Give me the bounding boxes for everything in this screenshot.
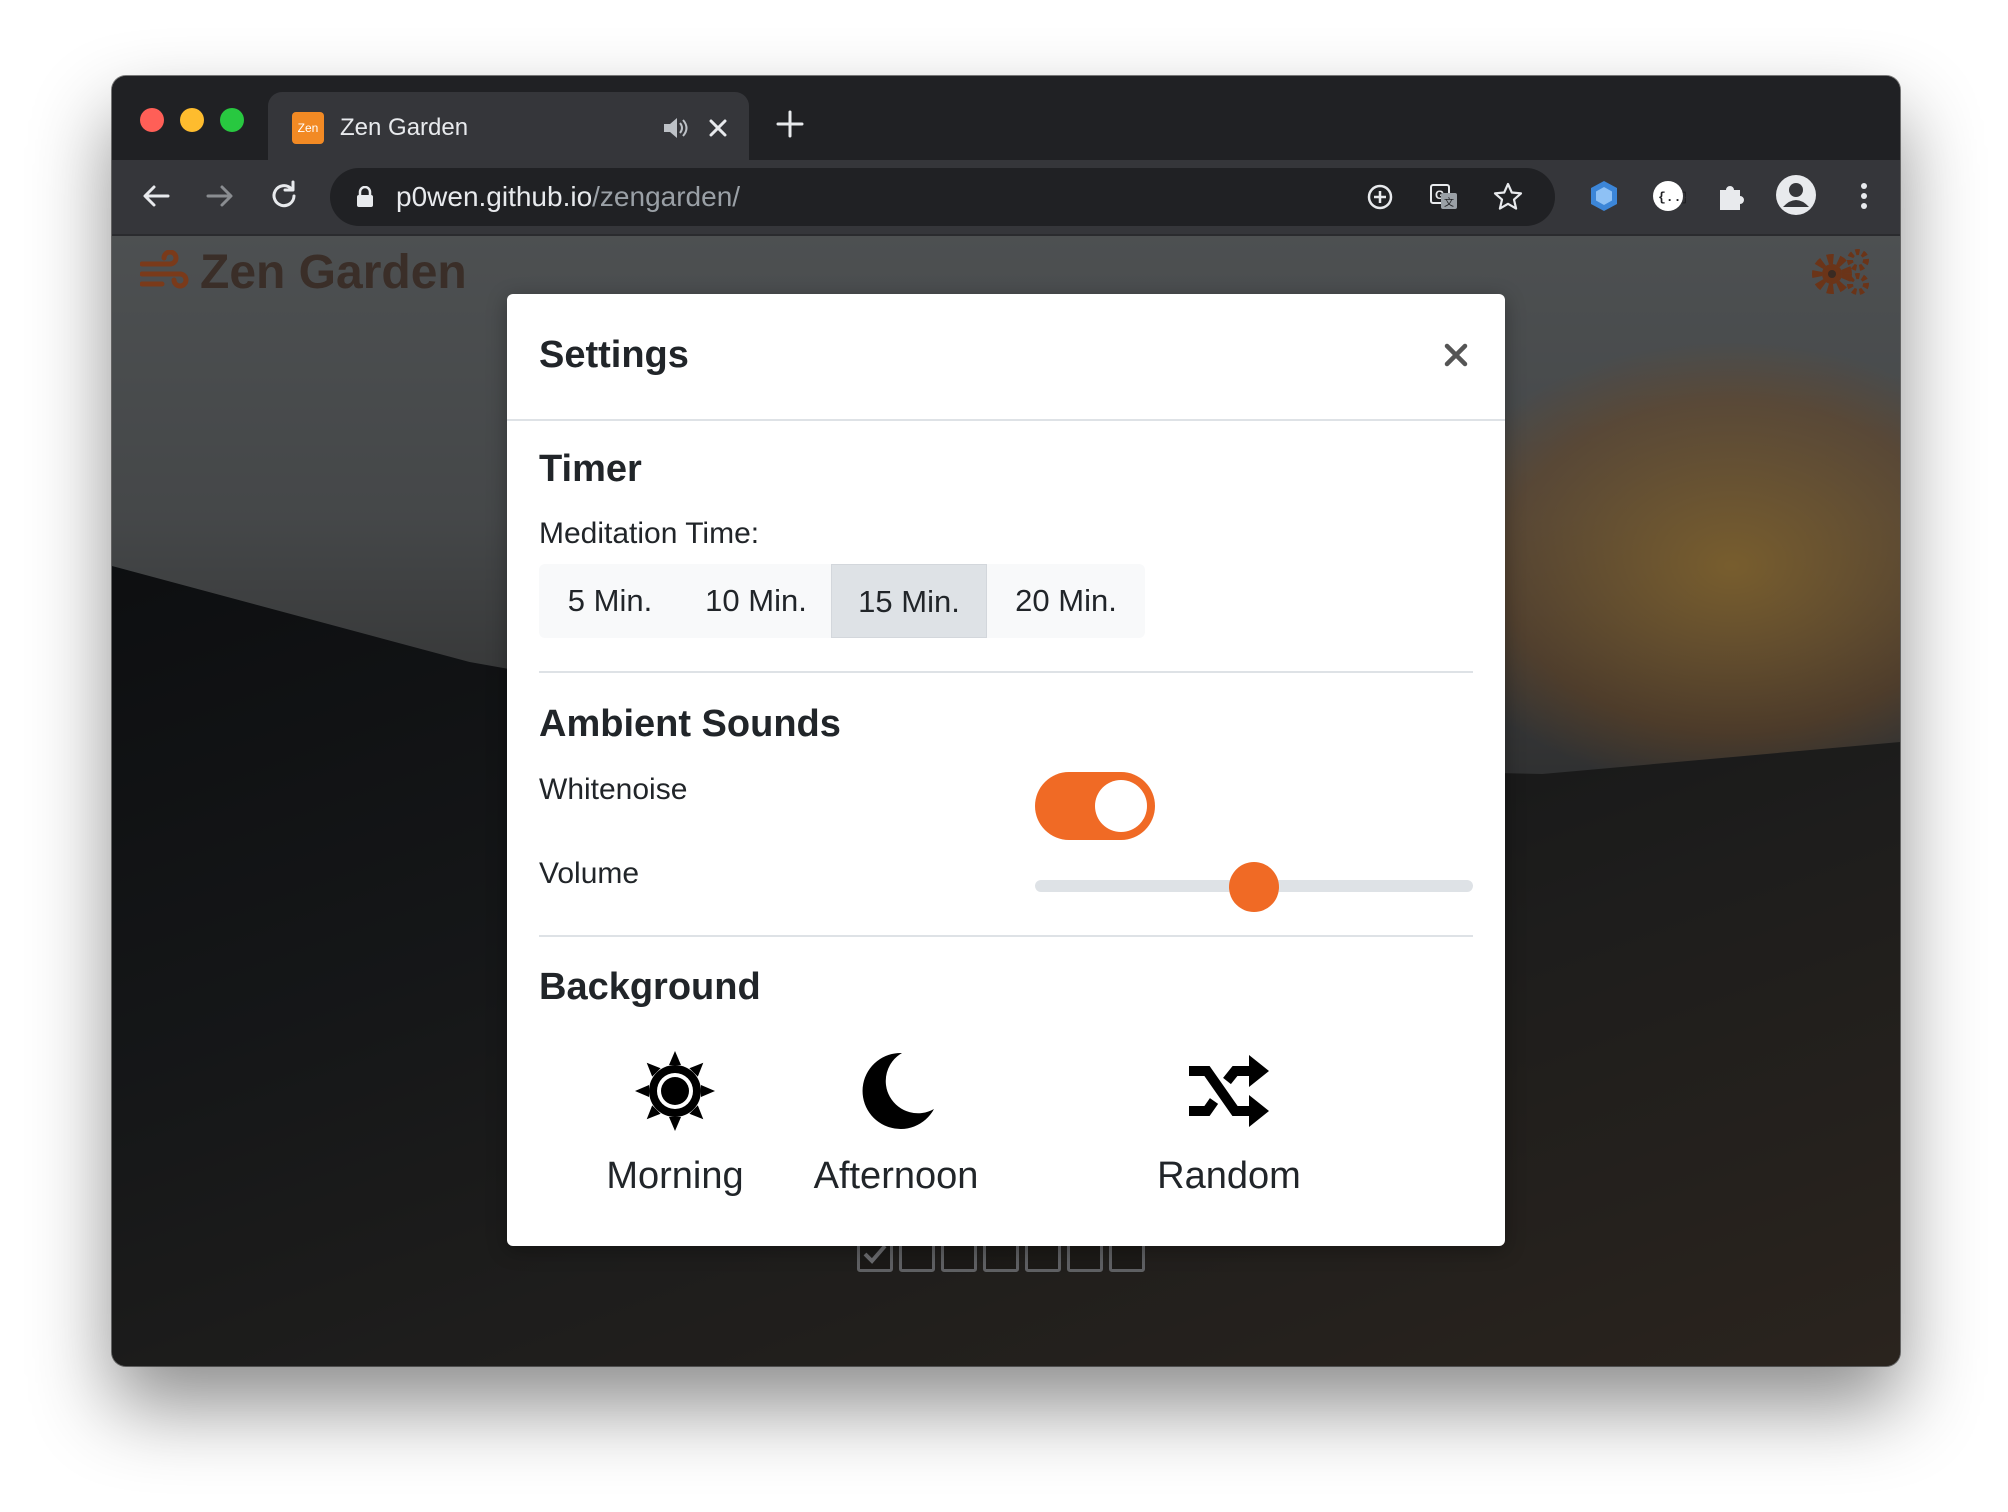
url-path: /zengarden/: [592, 181, 741, 212]
time-option-15[interactable]: 15 Min.: [831, 564, 987, 638]
shuffle-icon: [1189, 1055, 1269, 1127]
moon-icon: [862, 1052, 934, 1129]
page-viewport: Zen Garden Settings Timer Meditation Tim…: [112, 236, 1900, 1366]
time-option-20[interactable]: 20 Min.: [987, 564, 1145, 638]
time-option-10[interactable]: 10 Min.: [681, 564, 831, 638]
meditation-time-group: 5 Min. 10 Min. 15 Min. 20 Min.: [539, 564, 1145, 638]
install-app-icon[interactable]: [1364, 181, 1396, 213]
modal-header: Settings: [507, 294, 1505, 421]
browser-window: Zen Zen Garden p0wen.github.io/zengarden…: [112, 76, 1900, 1366]
whitenoise-toggle[interactable]: [1035, 772, 1155, 840]
back-arrow-icon[interactable]: [138, 178, 174, 214]
timer-heading: Timer: [539, 448, 642, 490]
speaker-icon[interactable]: [660, 112, 688, 144]
forward-arrow-icon[interactable]: [202, 178, 238, 214]
ambient-sounds-heading: Ambient Sounds: [539, 703, 841, 745]
svg-text:{..}: {..}: [1658, 190, 1686, 205]
background-option-afternoon[interactable]: Afternoon: [776, 1049, 1016, 1199]
background-heading: Background: [539, 966, 761, 1008]
background-option-random[interactable]: Random: [1109, 1049, 1349, 1199]
reload-icon[interactable]: [266, 178, 302, 214]
lock-icon: [357, 186, 373, 207]
modal-title: Settings: [539, 334, 689, 376]
background-option-morning[interactable]: Morning: [555, 1049, 795, 1199]
tab-close-icon[interactable]: [700, 110, 736, 146]
svg-text:文: 文: [1444, 196, 1454, 209]
json-viewer-extension-icon[interactable]: {..}: [1650, 178, 1686, 214]
divider: [539, 935, 1473, 937]
url-text: p0wen.github.io/zengarden/: [396, 180, 740, 214]
menu-kebab-icon[interactable]: [1846, 178, 1882, 214]
browser-tab[interactable]: Zen Zen Garden: [268, 92, 749, 160]
meditation-time-label: Meditation Time:: [539, 517, 760, 550]
minimize-window-button[interactable]: [180, 108, 204, 132]
settings-modal: Settings Timer Meditation Time: 5 Min. 1…: [507, 294, 1505, 1246]
bookmark-star-icon[interactable]: [1492, 181, 1524, 213]
translate-icon[interactable]: G 文: [1428, 181, 1460, 213]
settings-gears-icon[interactable]: [1808, 246, 1872, 298]
background-option-label: Random: [1157, 1155, 1301, 1197]
close-icon[interactable]: [1441, 340, 1471, 370]
profile-avatar-icon[interactable]: [1774, 173, 1818, 217]
browser-toolbar: p0wen.github.io/zengarden/ G 文 {..}: [112, 160, 1900, 236]
divider: [539, 671, 1473, 673]
tab-favicon-icon: Zen: [292, 112, 324, 144]
close-window-button[interactable]: [140, 108, 164, 132]
volume-label: Volume: [539, 857, 640, 890]
maximize-window-button[interactable]: [220, 108, 244, 132]
title-bar: Zen Zen Garden: [112, 76, 1900, 160]
address-bar[interactable]: p0wen.github.io/zengarden/ G 文: [330, 168, 1555, 226]
whitenoise-label: Whitenoise: [539, 773, 688, 806]
extensions-puzzle-icon[interactable]: [1714, 178, 1750, 214]
app-brand[interactable]: Zen Garden: [140, 244, 467, 300]
new-tab-icon[interactable]: [774, 108, 806, 140]
time-option-5[interactable]: 5 Min.: [539, 564, 681, 638]
background-option-label: Morning: [606, 1155, 744, 1197]
sun-icon: [635, 1051, 715, 1131]
volume-slider-thumb[interactable]: [1229, 862, 1279, 912]
app-title: Zen Garden: [200, 245, 467, 299]
extension-cube-icon[interactable]: [1586, 178, 1622, 214]
tab-title: Zen Garden: [340, 114, 469, 141]
url-host: p0wen.github.io: [396, 181, 593, 212]
wind-logo-icon: [140, 250, 189, 289]
background-option-label: Afternoon: [813, 1155, 979, 1197]
toggle-knob: [1095, 780, 1147, 832]
